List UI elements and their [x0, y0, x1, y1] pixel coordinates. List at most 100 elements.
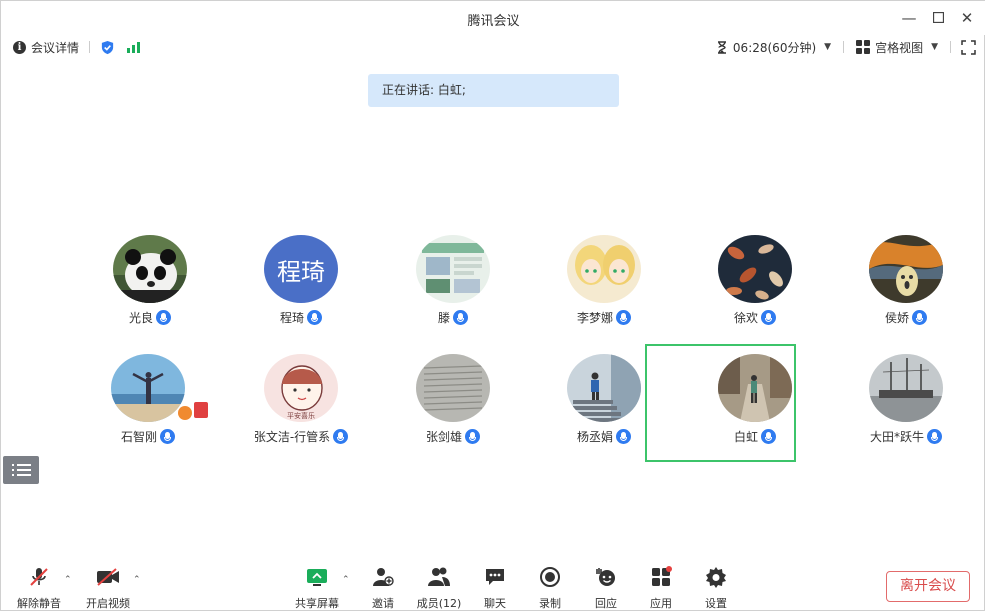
window-title: 腾讯会议	[467, 14, 520, 29]
maximize-icon[interactable]	[927, 7, 949, 29]
participant-list-toggle[interactable]	[3, 456, 39, 484]
bottom-toolbar: 解除静音 ⌃ 开启视频 ⌃ 共享屏幕 ⌃ 邀请 成员(12) 聊天 录制 回应 …	[1, 561, 985, 611]
close-icon[interactable]: ✕	[956, 7, 978, 29]
info-bar: i 会议详情 06:28(60分钟) ▼ 宫格视图 ▼	[1, 35, 985, 59]
network-signal-icon[interactable]	[127, 41, 141, 53]
participant-tile[interactable]: 滕	[378, 235, 528, 345]
mic-icon	[616, 310, 631, 325]
apps-button[interactable]: 应用	[631, 565, 691, 611]
participant-name: 侯娇	[884, 311, 909, 325]
security-shield-icon[interactable]	[100, 40, 115, 55]
mic-icon	[160, 429, 175, 444]
chevron-down-icon[interactable]: ▼	[824, 42, 831, 52]
chevron-up-icon[interactable]: ⌃	[342, 575, 350, 585]
gear-icon	[706, 567, 726, 588]
avatar-initials: 程琦	[277, 257, 325, 286]
mic-icon	[333, 429, 349, 444]
active-speaker-banner: 正在讲话: 白虹;	[368, 74, 619, 107]
grid-view-icon	[856, 40, 871, 54]
participant-tile[interactable]: 侯娇	[831, 235, 981, 345]
avatar	[718, 235, 792, 303]
apps-icon	[652, 566, 672, 586]
meeting-details-link[interactable]: 会议详情	[31, 39, 79, 56]
record-button[interactable]: 录制	[520, 565, 580, 611]
apps-label: 应用	[650, 597, 672, 610]
mic-muted-icon	[30, 568, 48, 586]
participant-name: 石智刚	[120, 430, 157, 444]
participant-name: 滕	[437, 311, 450, 325]
mic-icon	[307, 310, 322, 325]
participant-name: 张剑雄	[425, 430, 462, 444]
invite-label: 邀请	[372, 597, 394, 610]
participant-name: 程琦	[279, 311, 304, 325]
mic-icon	[761, 429, 776, 444]
info-icon[interactable]: i	[13, 40, 26, 54]
participant-tile[interactable]: 大田*跃牛	[831, 354, 981, 464]
chevron-up-icon[interactable]: ⌃	[64, 575, 72, 585]
settings-button[interactable]: 设置	[686, 565, 746, 611]
participant-tile[interactable]: 白虹	[680, 354, 830, 464]
meeting-window: 腾讯会议 — ✕ i 会议详情 06:28(60分钟) ▼ 宫格视图 ▼ 正在讲…	[0, 0, 985, 611]
settings-label: 设置	[705, 597, 727, 610]
title-bar: 腾讯会议 — ✕	[1, 1, 985, 35]
invite-button[interactable]: 邀请	[353, 565, 413, 611]
participant-name: 徐欢	[733, 311, 758, 325]
view-mode-selector[interactable]: 宫格视图	[875, 39, 923, 56]
mic-icon	[453, 310, 468, 325]
mic-icon	[927, 429, 942, 444]
participant-tile[interactable]: 张剑雄	[378, 354, 528, 464]
chat-button[interactable]: 聊天	[465, 565, 525, 611]
host-badge-icon	[178, 406, 192, 420]
share-screen-label: 共享屏幕	[295, 597, 339, 610]
unmute-label: 解除静音	[17, 597, 61, 610]
members-icon	[428, 567, 450, 586]
leave-meeting-button[interactable]: 离开会议	[886, 571, 970, 602]
avatar: 程琦	[264, 235, 338, 303]
participant-name: 杨丞娟	[576, 430, 613, 444]
chevron-down-icon[interactable]: ▼	[931, 42, 938, 52]
react-button[interactable]: 回应	[576, 565, 636, 611]
avatar	[718, 354, 792, 422]
share-screen-button[interactable]: 共享屏幕	[287, 565, 347, 611]
fullscreen-icon[interactable]	[961, 39, 976, 55]
avatar	[567, 235, 641, 303]
react-label: 回应	[595, 597, 617, 610]
participant-name: 白虹	[733, 430, 758, 444]
participant-tile[interactable]: 程琦 程琦	[226, 235, 376, 345]
record-label: 录制	[539, 597, 561, 610]
participant-tile[interactable]: 徐欢	[680, 235, 830, 345]
share-screen-icon	[307, 569, 327, 586]
minimize-icon[interactable]: —	[898, 7, 920, 29]
avatar	[416, 354, 490, 422]
mic-icon	[156, 310, 171, 325]
avatar: 平安喜乐	[264, 354, 338, 422]
participant-tile[interactable]: 石智刚	[73, 354, 223, 464]
avatar	[869, 354, 943, 422]
record-icon	[540, 567, 560, 587]
start-video-label: 开启视频	[86, 597, 130, 610]
participant-name: 张文洁-行管系	[253, 430, 331, 444]
mic-icon	[761, 310, 776, 325]
video-off-icon	[97, 568, 119, 586]
start-video-button[interactable]: 开启视频	[78, 565, 138, 611]
avatar	[567, 354, 641, 422]
participant-name: 光良	[128, 311, 153, 325]
mic-icon	[616, 429, 631, 444]
chevron-up-icon[interactable]: ⌃	[133, 575, 141, 585]
participant-name: 大田*跃牛	[869, 430, 924, 444]
members-button[interactable]: 成员(12)	[409, 565, 469, 611]
avatar	[416, 235, 490, 303]
co-host-badge-icon	[194, 402, 208, 418]
reaction-hand-icon	[596, 568, 615, 586]
avatar	[113, 235, 187, 303]
divider	[89, 41, 91, 53]
unmute-button[interactable]: 解除静音	[9, 565, 69, 611]
chat-icon	[486, 569, 504, 585]
divider	[843, 41, 845, 53]
participant-tile[interactable]: 李梦娜	[529, 235, 679, 345]
participant-tile[interactable]: 光良	[75, 235, 225, 345]
meeting-timer: 06:28(60分钟)	[732, 40, 817, 55]
avatar	[869, 235, 943, 303]
participant-tile[interactable]: 平安喜乐 张文洁-行管系	[226, 354, 376, 464]
hourglass-icon	[717, 40, 726, 54]
